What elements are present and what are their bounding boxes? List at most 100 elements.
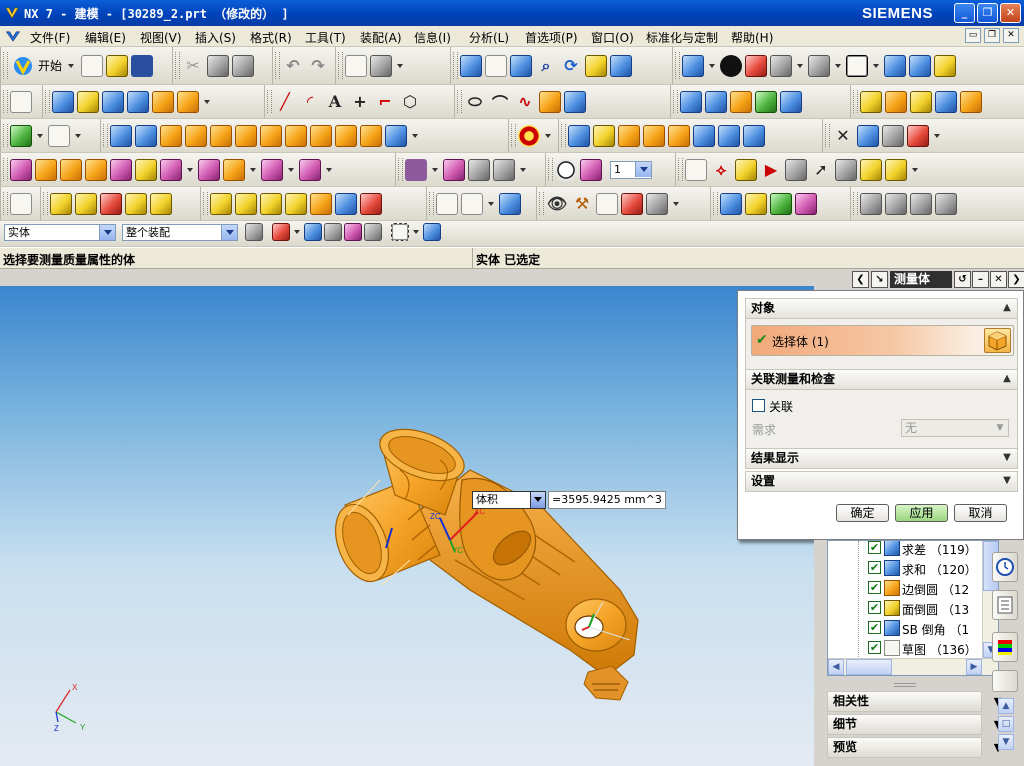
datum-csys-icon[interactable] xyxy=(10,124,32,147)
copy-icon[interactable] xyxy=(207,54,229,77)
resource-scroll-down-icon[interactable]: ▼ xyxy=(998,734,1014,750)
boss-icon[interactable] xyxy=(260,124,282,147)
offset-curve-icon[interactable] xyxy=(77,90,99,113)
pmi-region-icon[interactable] xyxy=(360,192,382,215)
contour-flange-icon[interactable] xyxy=(745,192,767,215)
cone-icon[interactable] xyxy=(210,124,232,147)
menu-tools[interactable]: 工具(T) xyxy=(305,29,346,46)
scope-filter-select[interactable]: 整个装配 xyxy=(122,224,238,241)
edit-feature-icon[interactable] xyxy=(10,158,32,181)
doc-close-button[interactable]: ✕ xyxy=(1003,28,1019,43)
view-combo[interactable]: 1 xyxy=(610,160,652,179)
chamfer-toolbar-icon[interactable] xyxy=(593,124,615,147)
drawing-sheet-icon[interactable] xyxy=(10,192,32,215)
cut-icon[interactable]: ✂ xyxy=(182,55,204,77)
datum-icon[interactable] xyxy=(884,54,906,77)
tree-horizontal-scrollbar[interactable]: ◀ ▶ xyxy=(828,658,998,675)
offset-surface-icon[interactable] xyxy=(860,90,882,113)
select-feature-icon[interactable] xyxy=(344,223,362,241)
swept-icon[interactable] xyxy=(730,90,752,113)
work-layer-icon[interactable] xyxy=(846,54,868,77)
app-dropdown-icon[interactable] xyxy=(673,201,679,206)
emboss-icon[interactable] xyxy=(468,158,490,181)
save-icon[interactable] xyxy=(131,54,154,77)
edge-blend-toolbar-icon[interactable] xyxy=(568,124,590,147)
palette-tab[interactable] xyxy=(992,632,1018,662)
dialog-back-icon[interactable]: ❮ xyxy=(852,271,869,288)
mirror-body-icon[interactable] xyxy=(743,124,765,147)
offset-face-icon[interactable] xyxy=(493,158,515,181)
wrap-icon[interactable] xyxy=(405,158,427,181)
replace-body-icon[interactable] xyxy=(299,158,321,181)
sew-icon[interactable] xyxy=(935,90,957,113)
ok-button[interactable]: 确定 xyxy=(836,504,889,522)
minimize-button[interactable]: _ xyxy=(954,3,975,23)
rect-select-dropdown-icon[interactable] xyxy=(413,230,419,234)
replace-feature-icon[interactable] xyxy=(160,158,182,181)
groove-icon[interactable] xyxy=(360,124,382,147)
fillet-curve-icon[interactable]: ⌐ xyxy=(374,91,396,113)
spark-icon[interactable] xyxy=(934,54,956,77)
revolve-icon[interactable] xyxy=(135,124,157,147)
bend-icon[interactable] xyxy=(795,192,817,215)
snap-dropdown-icon[interactable] xyxy=(294,230,300,234)
unwrap-icon[interactable] xyxy=(443,158,465,181)
rendering-style-icon[interactable] xyxy=(720,54,742,77)
rotate-icon[interactable]: ⟳ xyxy=(560,55,582,77)
feature-playback-icon[interactable] xyxy=(518,124,540,147)
cancel-button[interactable]: 取消 xyxy=(954,504,1007,522)
shaded-icon[interactable] xyxy=(745,54,767,77)
type-filter-arrow-icon[interactable] xyxy=(99,225,115,240)
intersect-curve-icon[interactable] xyxy=(152,90,174,113)
datum-feature-icon[interactable] xyxy=(50,192,72,215)
lofted-flange-icon[interactable] xyxy=(770,192,792,215)
body-dropdown-icon[interactable] xyxy=(288,167,294,172)
snap-icon[interactable] xyxy=(785,158,807,181)
scroll-left-icon[interactable]: ◀ xyxy=(828,659,844,675)
menu-file[interactable]: 文件(F) xyxy=(30,29,70,46)
close-window-button[interactable]: ✕ xyxy=(1000,3,1021,23)
bridge-curve-icon[interactable] xyxy=(102,90,124,113)
section-results-display[interactable]: 结果显示 ▼ xyxy=(745,448,1018,469)
roles-tab[interactable] xyxy=(992,670,1018,692)
render-dropdown-icon[interactable] xyxy=(797,63,803,68)
requirement-arrow-icon[interactable]: ▼ xyxy=(993,421,1007,435)
pattern-icon[interactable] xyxy=(125,192,147,215)
undo-icon[interactable]: ↶ xyxy=(282,55,304,77)
menu-window[interactable]: 窗口(O) xyxy=(591,29,634,46)
replace-dropdown-icon[interactable] xyxy=(326,167,332,172)
tree-checkbox[interactable]: ✔ xyxy=(868,581,881,594)
face-blend-toolbar-icon[interactable] xyxy=(643,124,665,147)
more-dropdown-icon[interactable] xyxy=(397,63,403,68)
static-wireframe-icon[interactable] xyxy=(770,54,792,77)
studio-surface-icon[interactable] xyxy=(780,90,802,113)
pmi-gdt-icon[interactable] xyxy=(260,192,282,215)
resource-scroll-mid-icon[interactable]: □ xyxy=(998,716,1014,732)
curve-ops-dropdown-icon[interactable] xyxy=(204,99,210,104)
menu-standardization[interactable]: 标准化与定制 xyxy=(646,29,718,46)
select-body-row[interactable]: ✔ 选择体 (1) xyxy=(751,325,1014,356)
unsuppress-icon[interactable] xyxy=(135,158,157,181)
line-icon[interactable]: ╱ xyxy=(274,91,296,113)
wcs-dynamics-icon[interactable] xyxy=(685,158,707,181)
fit-view-icon[interactable] xyxy=(460,54,482,77)
menu-view[interactable]: 视图(V) xyxy=(140,29,182,46)
scope-filter-arrow-icon[interactable] xyxy=(221,225,237,240)
section-object[interactable]: 对象 ▲ xyxy=(745,298,1018,319)
measure-distance-icon[interactable] xyxy=(860,158,882,181)
thicken-icon[interactable] xyxy=(910,90,932,113)
move-feature-icon[interactable] xyxy=(60,158,82,181)
sheet-metal-icon[interactable] xyxy=(596,192,618,215)
model-canvas[interactable]: ZC YC XC X Y Z xyxy=(0,286,814,766)
update-dropdown-icon[interactable] xyxy=(250,167,256,172)
edit-body-icon[interactable] xyxy=(261,158,283,181)
open-folder-icon[interactable] xyxy=(106,54,129,77)
block-icon[interactable] xyxy=(160,124,182,147)
tree-checkbox[interactable]: ✔ xyxy=(868,541,881,554)
collapse-up-icon[interactable]: ▲ xyxy=(1000,372,1014,386)
nx-sheet-metal-icon[interactable] xyxy=(621,192,643,215)
part-body[interactable] xyxy=(326,419,639,701)
snap-point-icon[interactable] xyxy=(272,223,290,241)
table-dropdown-icon[interactable] xyxy=(488,201,494,206)
graphics-window[interactable]: ZC YC XC X Y Z xyxy=(0,286,814,766)
